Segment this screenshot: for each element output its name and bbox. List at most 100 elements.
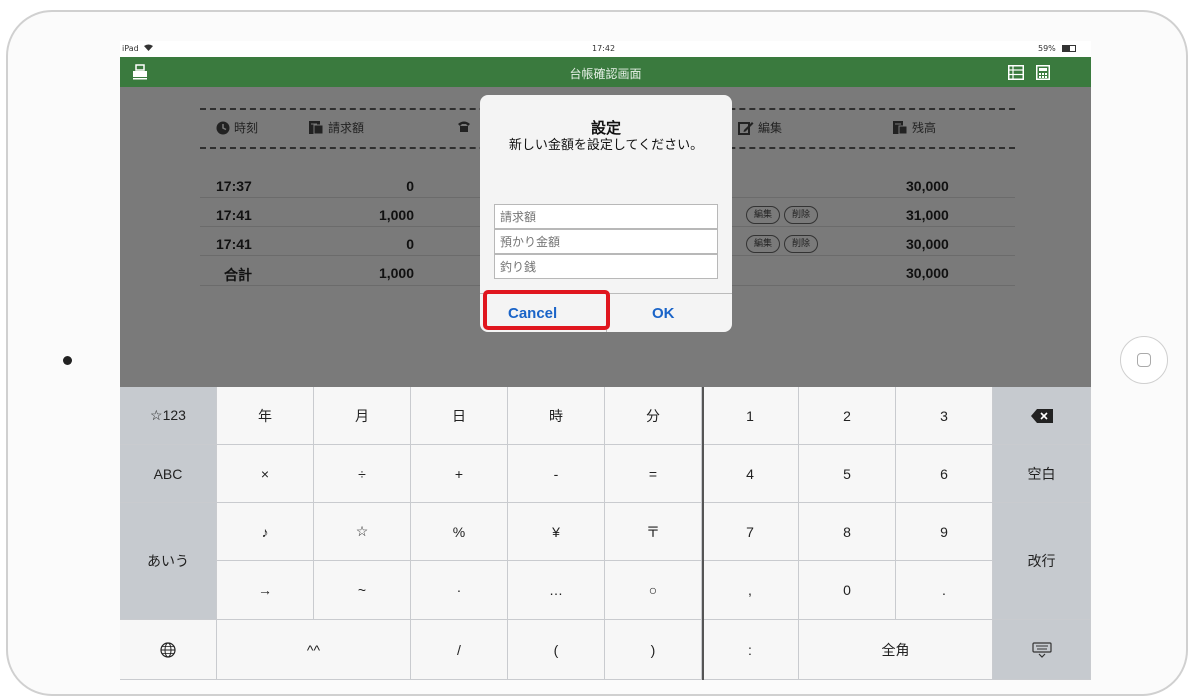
row-1-edit-button[interactable]: 編集	[746, 206, 780, 224]
row-2-time: 17:41	[216, 236, 252, 252]
row-0-amount: 0	[406, 178, 414, 194]
backspace-icon	[1030, 408, 1053, 423]
key-colon[interactable]: :	[702, 620, 799, 680]
ok-highlight-box	[483, 290, 610, 330]
device-label: iPad	[122, 44, 139, 53]
key-4[interactable]: 4	[702, 445, 799, 503]
header-amount: 請求額	[308, 119, 364, 136]
key-comma[interactable]: ,	[702, 561, 799, 620]
backspace-key[interactable]	[993, 387, 1091, 445]
list-icon[interactable]	[1008, 65, 1024, 80]
battery-icon	[1060, 44, 1076, 53]
header-balance: 残高	[892, 119, 936, 136]
keyboard: ☆123 年 月 日 時 分 1 2 3 ABC × ÷ + - = 4 5 6…	[120, 387, 1091, 680]
key-open-paren[interactable]: (	[508, 620, 605, 680]
screen: iPad 17:42 59% 台帳確認画面 時刻 請求額 編集 残高 17:37…	[120, 41, 1091, 680]
clock-time: 17:42	[592, 44, 616, 53]
total-label: 合計	[224, 267, 252, 283]
received-amount-input[interactable]	[494, 229, 718, 254]
invoice-amount-input[interactable]	[494, 204, 718, 229]
key-6[interactable]: 6	[896, 445, 993, 503]
header-edit: 編集	[738, 119, 782, 136]
key-period[interactable]: .	[896, 561, 993, 620]
header-time: 時刻	[216, 119, 258, 136]
key-percent[interactable]: %	[411, 503, 508, 561]
key-equals[interactable]: =	[605, 445, 702, 503]
wifi-icon	[144, 44, 153, 53]
total-amount: 1,000	[378, 265, 414, 281]
key-close-paren[interactable]: )	[605, 620, 702, 680]
row-2-amount: 0	[406, 236, 414, 252]
globe-icon	[160, 641, 176, 658]
key-hour[interactable]: 時	[508, 387, 605, 445]
dialog-message: 新しい金額を設定してください。	[508, 138, 704, 153]
keyboard-divider	[702, 387, 704, 680]
key-full-width[interactable]: 全角	[799, 620, 993, 680]
hide-keyboard-key[interactable]	[993, 620, 1091, 680]
key-1[interactable]: 1	[702, 387, 799, 445]
key-2[interactable]: 2	[799, 387, 896, 445]
header-edit-label: 編集	[758, 121, 783, 135]
invoice-icon	[309, 121, 324, 135]
key-minute[interactable]: 分	[605, 387, 702, 445]
key-tilde[interactable]: ~	[314, 561, 411, 620]
calculator-icon[interactable]	[1036, 65, 1050, 80]
row-0-balance: 30,000	[906, 178, 949, 194]
home-button[interactable]	[1120, 336, 1168, 384]
key-symbols-123[interactable]: ☆123	[120, 387, 217, 445]
key-yen[interactable]: ¥	[508, 503, 605, 561]
dialog-title: 設定	[590, 119, 621, 137]
globe-key[interactable]	[120, 620, 217, 680]
key-0[interactable]: 0	[799, 561, 896, 620]
key-3[interactable]: 3	[896, 387, 993, 445]
hide-keyboard-icon	[1031, 641, 1052, 658]
key-minus[interactable]: -	[508, 445, 605, 503]
key-plus[interactable]: +	[411, 445, 508, 503]
key-5[interactable]: 5	[799, 445, 896, 503]
key-7[interactable]: 7	[702, 503, 799, 561]
key-8[interactable]: 8	[799, 503, 896, 561]
key-arrow[interactable]: →	[217, 561, 314, 620]
key-slash[interactable]: /	[411, 620, 508, 680]
battery-percent: 59%	[1038, 44, 1056, 53]
row-1-delete-button[interactable]: 削除	[784, 206, 818, 224]
nav-bar: 台帳確認画面	[120, 57, 1091, 87]
key-month[interactable]: 月	[314, 387, 411, 445]
key-day[interactable]: 日	[411, 387, 508, 445]
key-note[interactable]: ♪	[217, 503, 314, 561]
row-0-time: 17:37	[216, 178, 252, 194]
row-2-balance: 30,000	[906, 236, 949, 252]
key-kana[interactable]: あいう	[120, 503, 217, 620]
row-2-delete-button[interactable]: 削除	[784, 235, 818, 253]
edit-icon	[738, 122, 754, 135]
key-9[interactable]: 9	[896, 503, 993, 561]
phone-icon	[458, 121, 470, 132]
key-year[interactable]: 年	[217, 387, 314, 445]
header-time-label: 時刻	[234, 121, 259, 135]
key-circle[interactable]: ○	[605, 561, 702, 620]
row-1-amount: 1,000	[378, 207, 414, 223]
balance-icon	[893, 121, 908, 135]
row-1-time: 17:41	[216, 207, 252, 223]
key-kaomoji[interactable]: ^^	[217, 620, 411, 680]
space-key[interactable]: 空白	[993, 445, 1091, 503]
return-key[interactable]: 改行	[993, 503, 1091, 620]
key-middle-dot[interactable]: ·	[411, 561, 508, 620]
total-balance: 30,000	[906, 265, 949, 281]
key-star[interactable]: ☆	[314, 503, 411, 561]
key-multiply[interactable]: ×	[217, 445, 314, 503]
row-1-balance: 31,000	[906, 207, 949, 223]
key-abc[interactable]: ABC	[120, 445, 217, 503]
camera-dot	[63, 356, 72, 365]
key-divide[interactable]: ÷	[314, 445, 411, 503]
change-amount-input[interactable]	[494, 254, 718, 279]
header-partial-icon	[457, 119, 475, 133]
key-postal[interactable]: 〒	[605, 503, 702, 561]
header-amount-label: 請求額	[328, 121, 365, 135]
key-ellipsis[interactable]: …	[508, 561, 605, 620]
clock-icon	[216, 121, 230, 135]
header-balance-label: 残高	[912, 121, 937, 135]
ok-button[interactable]: OK	[652, 305, 675, 322]
row-2-edit-button[interactable]: 編集	[746, 235, 780, 253]
page-title: 台帳確認画面	[569, 67, 642, 81]
